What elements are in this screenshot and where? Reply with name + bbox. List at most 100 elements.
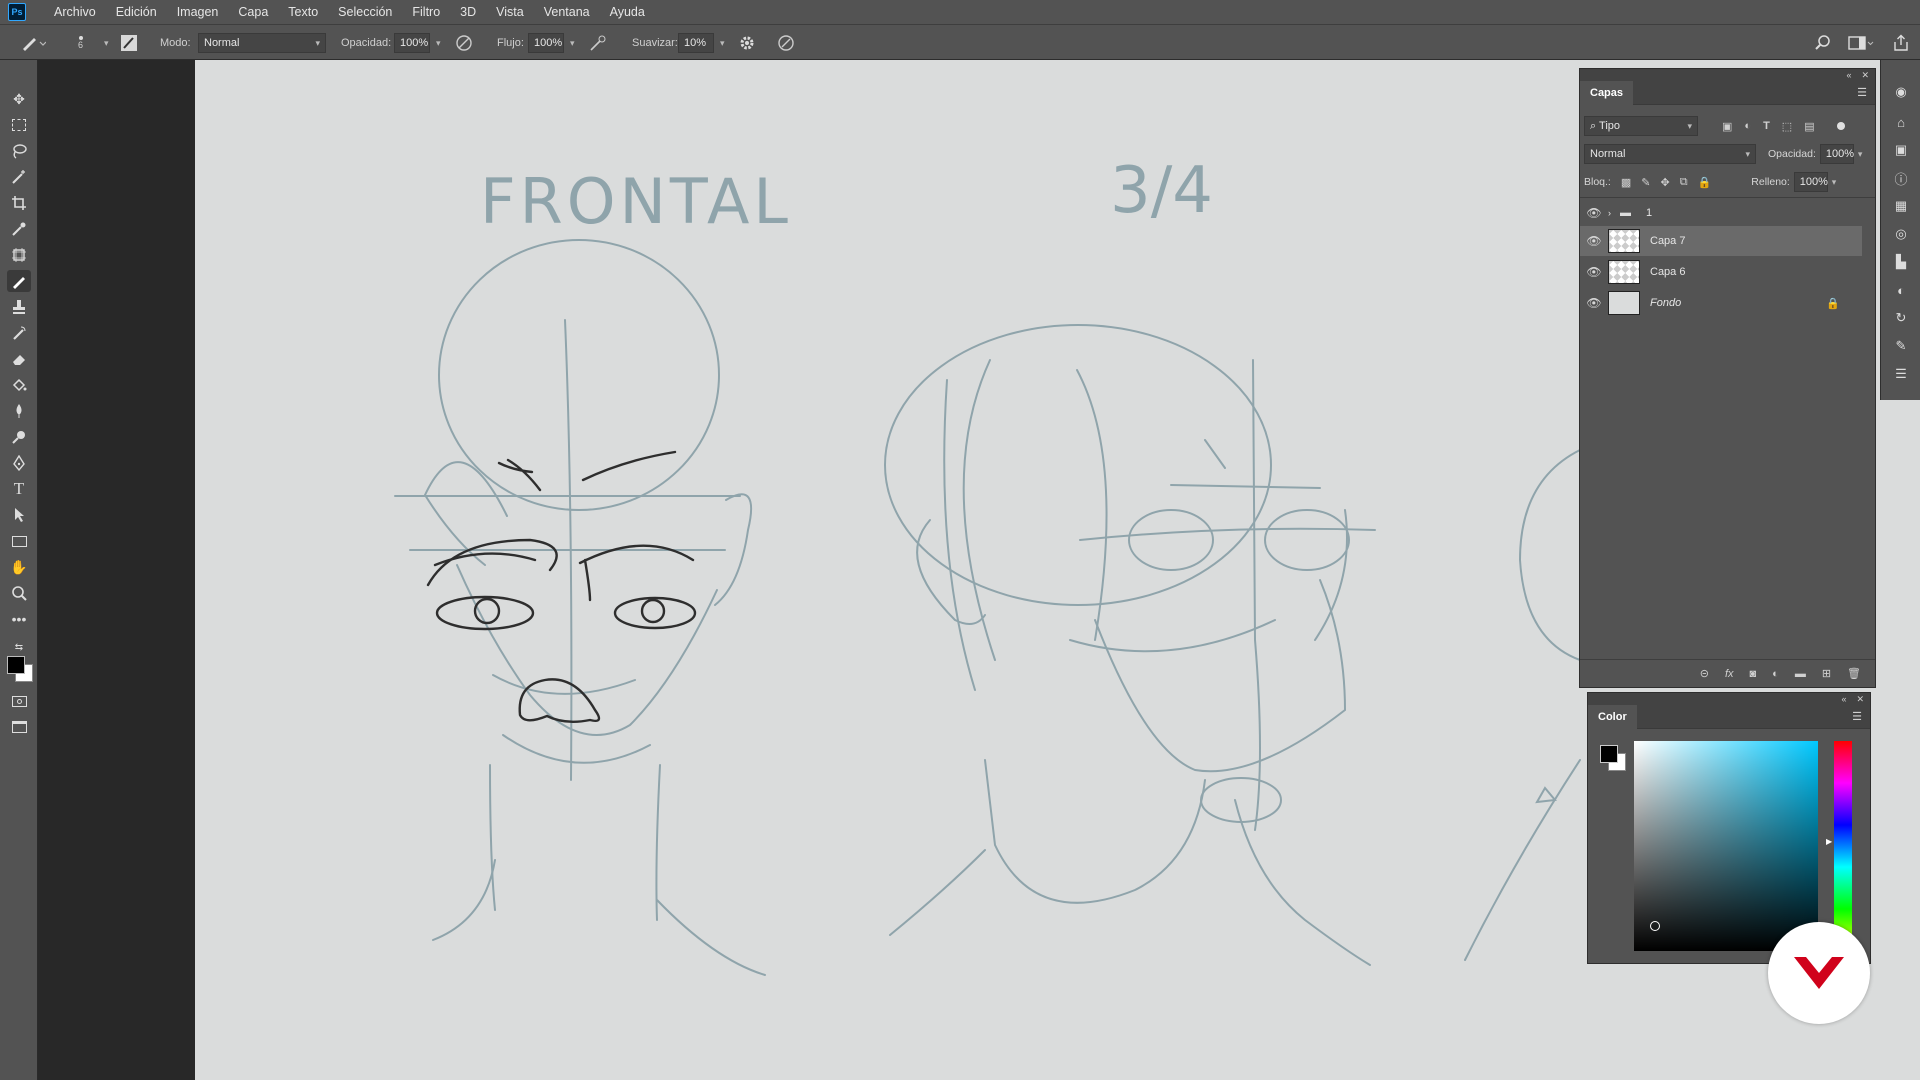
brush-tool-icon[interactable] — [7, 270, 31, 292]
menu-seleccion[interactable]: Selección — [328, 5, 402, 19]
menu-ventana[interactable]: Ventana — [534, 5, 600, 19]
crop-tool-icon[interactable] — [7, 192, 31, 214]
dodge-tool-icon[interactable] — [7, 426, 31, 448]
pen-tool-icon[interactable] — [7, 452, 31, 474]
new-layer-icon[interactable]: ⊞ — [1822, 667, 1831, 680]
filter-type-icon[interactable]: T — [1763, 120, 1770, 132]
marquee-tool-icon[interactable] — [7, 114, 31, 136]
menu-capa[interactable]: Capa — [228, 5, 278, 19]
menu-texto[interactable]: Texto — [278, 5, 328, 19]
search-button[interactable] — [1814, 25, 1832, 61]
layer-opacity-field[interactable]: 100% — [1819, 144, 1854, 164]
brush-settings-icon[interactable]: ✎ — [1891, 336, 1911, 356]
lock-image-icon[interactable]: ✎ — [1641, 176, 1650, 189]
frame-tool-icon[interactable] — [7, 244, 31, 266]
mode-select[interactable]: Normal ▾ — [198, 25, 326, 61]
airbrush-button[interactable] — [588, 25, 608, 61]
hue-slider-handle[interactable]: ▶ — [1826, 837, 1832, 846]
flow-input[interactable]: 100% ▾ — [528, 25, 575, 61]
color-field[interactable] — [1634, 741, 1818, 951]
filter-smart-object-icon[interactable]: ▤ — [1804, 120, 1814, 133]
properties-icon[interactable]: ▣ — [1891, 140, 1911, 160]
share-button[interactable] — [1892, 25, 1910, 61]
menu-vista[interactable]: Vista — [486, 5, 534, 19]
layer-row-capa-6[interactable]: 👁 Capa 6 — [1580, 257, 1862, 287]
brush-size-picker[interactable]: 6 — [78, 25, 83, 61]
photoshop-logo-icon[interactable]: Ps — [8, 3, 26, 21]
history-brush-tool-icon[interactable] — [7, 322, 31, 344]
workspace-button[interactable] — [1848, 25, 1874, 61]
collapse-panel-icon[interactable]: « — [1846, 70, 1851, 80]
close-icon[interactable]: ✕ — [1861, 70, 1869, 81]
brush-settings-toggle[interactable] — [120, 25, 138, 61]
lock-transparent-icon[interactable]: ▩ — [1621, 176, 1631, 189]
hand-tool-icon[interactable]: ✋ — [7, 556, 31, 578]
filter-adjustment-icon[interactable]: ◐ — [1744, 120, 1751, 132]
color-picker-handle[interactable] — [1650, 921, 1660, 931]
blur-tool-icon[interactable] — [7, 400, 31, 422]
info-icon[interactable]: ⓘ — [1891, 168, 1911, 188]
link-layers-icon[interactable]: ⊝ — [1700, 667, 1709, 680]
close-icon[interactable]: ✕ — [1856, 694, 1864, 705]
menu-filtro[interactable]: Filtro — [402, 5, 450, 19]
add-mask-icon[interactable]: ◙ — [1750, 668, 1757, 680]
swatches-icon[interactable]: ▦ — [1891, 196, 1911, 216]
fx-icon[interactable]: fx — [1725, 668, 1734, 680]
hue-slider[interactable]: ▶ — [1826, 741, 1852, 951]
new-group-icon[interactable]: ▬ — [1795, 668, 1806, 680]
menu-ayuda[interactable]: Ayuda — [600, 5, 655, 19]
eyedropper-tool-icon[interactable] — [7, 218, 31, 240]
smooth-field[interactable]: 10% — [678, 33, 714, 53]
foreground-color-swatch[interactable] — [7, 656, 25, 674]
smoothing-options-button[interactable] — [738, 25, 756, 61]
lasso-tool-icon[interactable] — [7, 140, 31, 162]
layer-row-fondo[interactable]: 👁 Fondo 🔒 — [1580, 288, 1862, 318]
tab-layers[interactable]: Capas — [1580, 80, 1634, 105]
zoom-tool-icon[interactable] — [7, 582, 31, 604]
flow-field[interactable]: 100% — [528, 33, 564, 53]
blend-mode-select[interactable]: Normal ▾ — [1584, 144, 1756, 164]
tab-color[interactable]: Color — [1588, 704, 1637, 729]
pressure-opacity-button[interactable] — [454, 25, 474, 61]
eye-icon[interactable]: 👁 — [1580, 296, 1608, 310]
adjustment-layer-icon[interactable]: ◐ — [1772, 668, 1779, 680]
paths-icon[interactable]: ⌂ — [1891, 112, 1911, 132]
paint-bucket-tool-icon[interactable] — [7, 374, 31, 396]
clone-stamp-tool-icon[interactable] — [7, 296, 31, 318]
eye-icon[interactable]: 👁 — [1580, 234, 1608, 248]
foreground-color-swatch[interactable] — [1600, 745, 1618, 763]
eye-icon[interactable]: 👁 — [1580, 265, 1608, 279]
fill-field[interactable]: 100% — [1793, 172, 1828, 192]
brush-preset-picker[interactable] — [20, 25, 46, 61]
histogram-icon[interactable]: ▙ — [1891, 252, 1911, 272]
tool-presets-icon[interactable]: ☰ — [1891, 364, 1911, 384]
channels-icon[interactable]: ◎ — [1891, 224, 1911, 244]
panel-menu-icon[interactable]: ☰ — [1857, 86, 1867, 99]
brush-size-dropdown[interactable]: ▾ — [100, 25, 109, 61]
opacity-field[interactable]: 100% — [394, 33, 430, 53]
filter-pixel-icon[interactable]: ▣ — [1722, 120, 1732, 133]
layer-row-group-1[interactable]: 👁 › ▬ 1 — [1580, 200, 1862, 226]
magic-wand-tool-icon[interactable] — [7, 166, 31, 188]
screen-mode-icon[interactable] — [7, 716, 31, 738]
move-tool-icon[interactable]: ✥ — [7, 88, 31, 110]
quick-mask-icon[interactable] — [7, 690, 31, 712]
smooth-input[interactable]: 10% ▾ — [678, 25, 725, 61]
menu-3d[interactable]: 3D — [450, 5, 486, 19]
chevron-down-icon[interactable]: ▾ — [1832, 177, 1837, 188]
type-tool-icon[interactable]: T — [7, 478, 31, 500]
chevron-down-icon[interactable]: ▾ — [436, 38, 441, 49]
chevron-down-icon[interactable]: ▾ — [570, 38, 575, 49]
more-tools-icon[interactable]: ••• — [7, 608, 31, 630]
swap-colors-icon[interactable]: ⇆ — [7, 636, 31, 658]
filter-shape-icon[interactable]: ⬚ — [1782, 120, 1792, 133]
libraries-icon[interactable]: ◉ — [1891, 82, 1911, 102]
adjustments-icon[interactable]: ◐ — [1891, 280, 1911, 300]
menu-archivo[interactable]: Archivo — [44, 5, 106, 19]
actions-icon[interactable]: ↻ — [1891, 308, 1911, 328]
mode-select-field[interactable]: Normal ▾ — [198, 33, 326, 53]
pressure-size-button[interactable] — [776, 25, 796, 61]
panel-menu-icon[interactable]: ☰ — [1852, 710, 1862, 723]
eraser-tool-icon[interactable] — [7, 348, 31, 370]
chevron-right-icon[interactable]: › — [1608, 208, 1620, 218]
